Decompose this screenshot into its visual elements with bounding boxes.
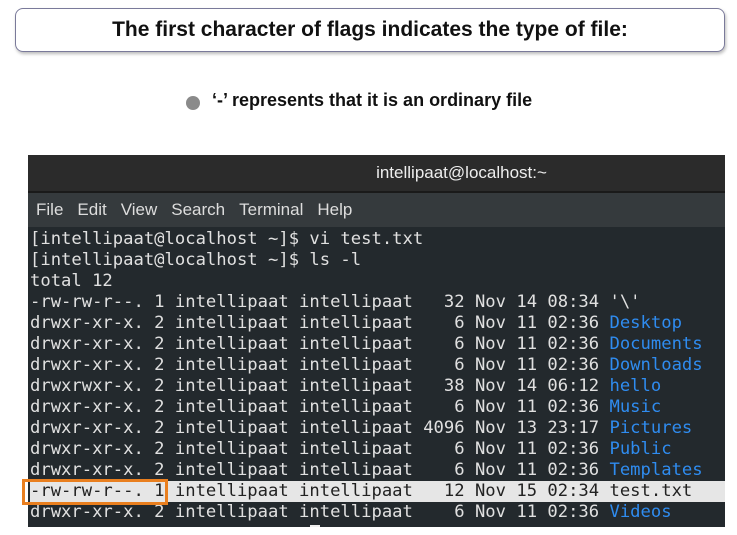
file-info: -rw-rw-r--. 1 intellipaat intellipaat 32… xyxy=(30,292,610,312)
file-name: Downloads xyxy=(609,355,703,375)
menu-search[interactable]: Search xyxy=(171,200,225,220)
menu-view[interactable]: View xyxy=(121,200,158,220)
menu-help[interactable]: Help xyxy=(317,200,352,220)
bullet-text: ‘-’ represents that it is an ordinary fi… xyxy=(212,90,533,110)
file-name: Templates xyxy=(609,460,703,480)
file-info: drwxrwxr-x. 2 intellipaat intellipaat 38… xyxy=(30,376,610,396)
file-name: Desktop xyxy=(609,313,682,333)
prompt-line xyxy=(30,523,725,527)
window-title: intellipaat@localhost:~ xyxy=(376,163,547,182)
command-line: [intellipaat@localhost ~]$ ls -l xyxy=(30,250,362,270)
total-line: total 12 xyxy=(30,271,113,291)
file-info: drwxr-xr-x. 2 intellipaat intellipaat 6 … xyxy=(30,313,610,333)
listing-row: drwxr-xr-x. 2 intellipaat intellipaat 40… xyxy=(30,418,725,439)
listing-row: drwxrwxr-x. 2 intellipaat intellipaat 38… xyxy=(30,376,725,397)
file-info: drwxr-xr-x. 2 intellipaat intellipaat 6 … xyxy=(30,439,610,459)
file-info: drwxr-xr-x. 2 intellipaat intellipaat 6 … xyxy=(30,460,610,480)
file-type-highlight xyxy=(22,479,168,505)
file-info: drwxr-xr-x. 2 intellipaat intellipaat 40… xyxy=(30,418,610,438)
file-info: drwxr-xr-x. 2 intellipaat intellipaat 6 … xyxy=(30,355,610,375)
listing-row: drwxr-xr-x. 2 intellipaat intellipaat 6 … xyxy=(30,334,725,355)
slide-heading: The first character of flags indicates t… xyxy=(15,8,725,52)
file-info: drwxr-xr-x. 2 intellipaat intellipaat 6 … xyxy=(30,502,610,522)
file-name: Pictures xyxy=(609,418,693,438)
menu-terminal[interactable]: Terminal xyxy=(239,200,303,220)
listing-row: drwxr-xr-x. 2 intellipaat intellipaat 6 … xyxy=(30,397,725,418)
listing-row: drwxr-xr-x. 2 intellipaat intellipaat 6 … xyxy=(30,460,725,481)
terminal-titlebar: intellipaat@localhost:~ xyxy=(28,155,725,193)
listing-row: drwxr-xr-x. 2 intellipaat intellipaat 6 … xyxy=(30,313,725,334)
bullet-point: ‘-’ represents that it is an ordinary fi… xyxy=(186,90,532,111)
menu-edit[interactable]: Edit xyxy=(77,200,106,220)
file-name: Videos xyxy=(609,502,672,522)
menu-bar: File Edit View Search Terminal Help xyxy=(28,193,725,227)
file-name: Documents xyxy=(609,334,703,354)
menu-file[interactable]: File xyxy=(36,200,63,220)
terminal-window[interactable]: intellipaat@localhost:~ File Edit View S… xyxy=(28,155,725,527)
file-name: Music xyxy=(609,397,662,417)
file-info: drwxr-xr-x. 2 intellipaat intellipaat 6 … xyxy=(30,397,610,417)
command-line: [intellipaat@localhost ~]$ vi test.txt xyxy=(30,229,424,249)
listing-row: -rw-rw-r--. 1 intellipaat intellipaat 32… xyxy=(30,292,725,313)
file-name: hello xyxy=(609,376,662,396)
listing-row: drwxr-xr-x. 2 intellipaat intellipaat 6 … xyxy=(30,439,725,460)
file-name: '\' xyxy=(609,292,641,312)
bullet-icon xyxy=(186,95,200,110)
file-name: test.txt xyxy=(609,481,693,501)
file-info: drwxr-xr-x. 2 intellipaat intellipaat 6 … xyxy=(30,334,610,354)
cursor xyxy=(310,525,320,527)
listing-row: drwxr-xr-x. 2 intellipaat intellipaat 6 … xyxy=(30,355,725,376)
listing-row: drwxr-xr-x. 2 intellipaat intellipaat 6 … xyxy=(30,502,725,523)
file-name: Public xyxy=(609,439,672,459)
